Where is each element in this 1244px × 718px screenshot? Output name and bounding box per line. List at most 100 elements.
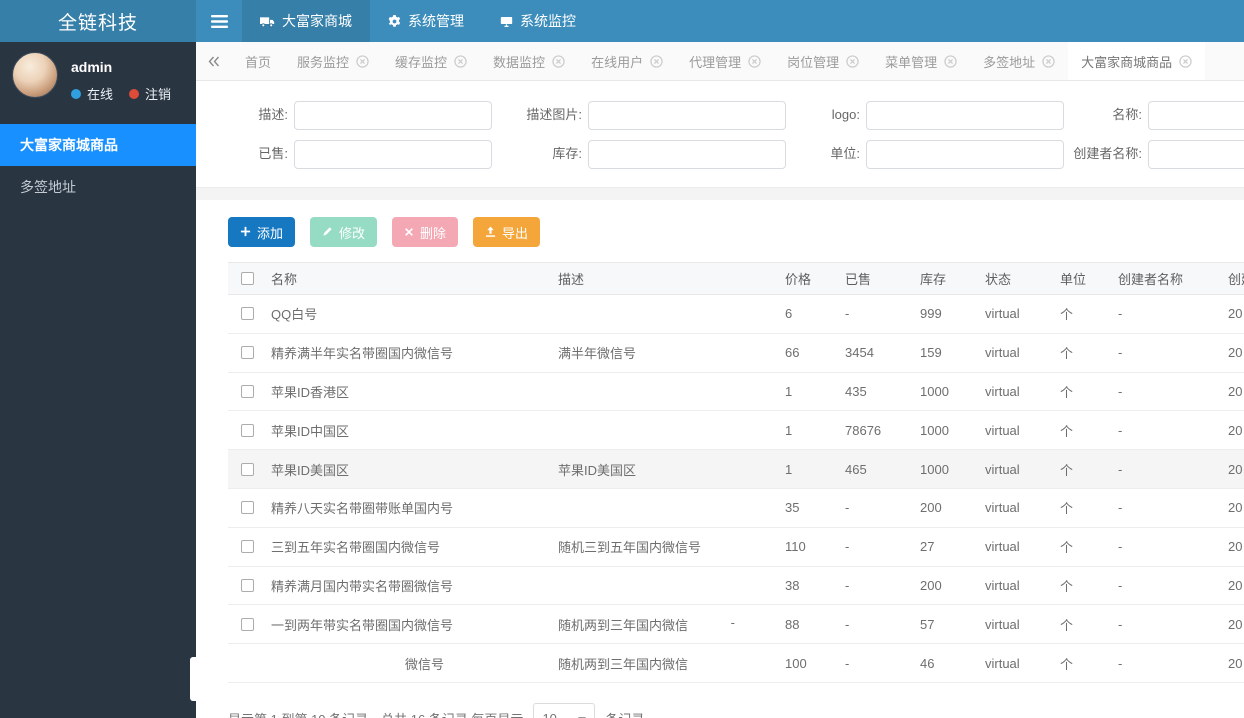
product-status: virtual	[985, 306, 1020, 322]
avatar[interactable]	[12, 52, 58, 98]
search-field-input[interactable]	[1148, 140, 1244, 169]
circle-close-icon[interactable]	[356, 54, 369, 68]
row-checkbox[interactable]	[241, 617, 254, 631]
search-field-input[interactable]	[866, 140, 1064, 169]
circle-close-icon[interactable]	[748, 54, 761, 68]
row-select-cell[interactable]	[228, 307, 271, 321]
export-button[interactable]: 导出	[473, 217, 541, 247]
product-created: 20	[1228, 539, 1243, 555]
tab[interactable]: 代理管理	[676, 42, 774, 80]
search-field-input[interactable]	[1148, 101, 1244, 130]
product-sold: -	[845, 655, 850, 671]
column-header[interactable]: 库存	[920, 269, 985, 288]
row-checkbox[interactable]	[241, 540, 254, 554]
topnav-item[interactable]: 大富家商城	[242, 0, 370, 42]
row-checkbox[interactable]	[241, 501, 254, 515]
sidebar-menu-item[interactable]: 多签地址	[0, 166, 196, 208]
row-select-cell[interactable]	[228, 346, 271, 360]
table-row[interactable]: QQ白号 6 - 999 virtual 个 - 20	[228, 295, 1244, 334]
tab[interactable]: 大富家商城商品	[1068, 42, 1206, 80]
column-header[interactable]: 名称	[271, 269, 558, 288]
product-stock: 1000	[920, 461, 949, 477]
select-all-checkbox[interactable]	[241, 272, 254, 285]
tab[interactable]: 首页	[232, 42, 284, 80]
row-select-cell[interactable]	[228, 617, 271, 631]
circle-close-icon[interactable]	[1179, 54, 1192, 68]
row-select-cell[interactable]	[228, 462, 271, 476]
search-field-input[interactable]	[866, 101, 1064, 130]
select-all-cell[interactable]	[228, 272, 271, 285]
circle-close-icon[interactable]	[454, 54, 467, 68]
product-unit: 个	[1060, 540, 1074, 556]
row-checkbox[interactable]	[241, 307, 254, 321]
product-status: virtual	[985, 577, 1020, 593]
tab[interactable]: 服务监控	[284, 42, 382, 80]
row-select-cell[interactable]	[228, 423, 271, 437]
row-checkbox[interactable]	[241, 462, 254, 476]
column-header[interactable]: 价格	[785, 269, 845, 288]
circle-close-icon[interactable]	[944, 54, 957, 68]
search-field-input[interactable]	[588, 101, 786, 130]
tab[interactable]: 岗位管理	[774, 42, 872, 80]
table-row[interactable]: 精养满半年实名带圈国内微信号 满半年微信号 66 3454 159 virtua…	[228, 333, 1244, 373]
column-header[interactable]: 创建时间	[1228, 269, 1244, 288]
row-checkbox[interactable]	[241, 384, 254, 398]
row-checkbox[interactable]	[241, 423, 254, 437]
row-select-cell[interactable]	[228, 501, 271, 515]
product-creator: -	[1118, 577, 1123, 593]
product-status: virtual	[985, 655, 1020, 671]
tab[interactable]: 缓存监控	[382, 42, 480, 80]
column-header[interactable]: 状态	[985, 269, 1060, 288]
table-row[interactable]: 微信号 随机两到三年国内微信 100 - 46 virtual 个 - 20	[228, 644, 1244, 683]
topnav-item[interactable]: 系统管理	[370, 0, 482, 42]
search-panel: 描述: 描述图片: logo: 名称: 已售: 库存: 单位: 创建者名称:	[196, 81, 1244, 188]
product-unit: 个	[1060, 617, 1074, 633]
product-creator: -	[1118, 345, 1123, 361]
search-field-input[interactable]	[294, 101, 492, 130]
table-row[interactable]: 苹果ID美国区 苹果ID美国区 1 465 1000 virtual 个 - 2…	[228, 450, 1244, 489]
row-checkbox[interactable]	[241, 346, 254, 360]
sidebar: admin 在线 注销 大富家商城商品 多签地址	[0, 42, 196, 718]
tab[interactable]: 菜单管理	[872, 42, 970, 80]
row-select-cell[interactable]	[228, 384, 271, 398]
hamburger-icon[interactable]	[196, 0, 242, 42]
table-row[interactable]: 苹果ID中国区 1 78676 1000 virtual 个 - 20	[228, 411, 1244, 451]
table-row[interactable]: 一到两年带实名带圈国内微信号 随机两到三年国内微信 - 88 - 57 virt…	[228, 605, 1244, 645]
circle-close-icon[interactable]	[650, 54, 663, 68]
table-row[interactable]: 精养满月国内带实名带圈微信号 38 - 200 virtual 个 - 20	[228, 566, 1244, 606]
circle-close-icon[interactable]	[846, 54, 859, 68]
sidebar-menu-item[interactable]: 大富家商城商品	[0, 124, 196, 166]
table-row[interactable]: 苹果ID香港区 1 435 1000 virtual 个 - 20	[228, 372, 1244, 412]
chevrons-left-icon[interactable]	[196, 42, 232, 80]
product-status: virtual	[985, 539, 1020, 555]
table-row[interactable]: 精养八天实名带圈带账单国内号 35 - 200 virtual 个 - 20	[228, 488, 1244, 528]
circle-close-icon[interactable]	[1042, 54, 1055, 68]
delete-button[interactable]: 删除	[392, 217, 459, 247]
topnav-item[interactable]: 系统监控	[482, 0, 594, 42]
row-select-cell[interactable]	[228, 540, 271, 554]
add-button[interactable]: 添加	[228, 217, 296, 247]
row-checkbox[interactable]	[241, 578, 254, 592]
tab[interactable]: 多签地址	[970, 42, 1068, 80]
product-name: 微信号	[405, 656, 445, 672]
tab[interactable]: 在线用户	[578, 42, 676, 80]
column-header[interactable]: 描述	[558, 269, 785, 288]
search-field-input[interactable]	[588, 140, 786, 169]
column-header[interactable]: 单位	[1060, 269, 1118, 288]
row-select-cell[interactable]	[228, 578, 271, 592]
product-name: 苹果ID美国区	[271, 462, 350, 478]
logout-link[interactable]: 注销	[129, 84, 171, 103]
search-field-input[interactable]	[294, 140, 492, 169]
table-row[interactable]: 三到五年实名带圈国内微信号 随机三到五年国内微信号 110 - 27 virtu…	[228, 527, 1244, 567]
app-header: 全链科技 大富家商城 系统管理 系统监控	[0, 0, 1244, 42]
tab-label: 缓存监控	[395, 54, 448, 70]
page-size-select[interactable]: 10	[533, 703, 596, 718]
product-unit: 个	[1060, 656, 1074, 672]
column-header[interactable]: 创建者名称	[1118, 269, 1228, 288]
column-header[interactable]: 已售	[845, 269, 920, 288]
tab[interactable]: 数据监控	[480, 42, 578, 80]
product-unit: 个	[1060, 501, 1074, 517]
row-select-cell[interactable]	[228, 657, 271, 670]
circle-close-icon[interactable]	[552, 54, 565, 68]
edit-button[interactable]: 修改	[310, 217, 378, 247]
